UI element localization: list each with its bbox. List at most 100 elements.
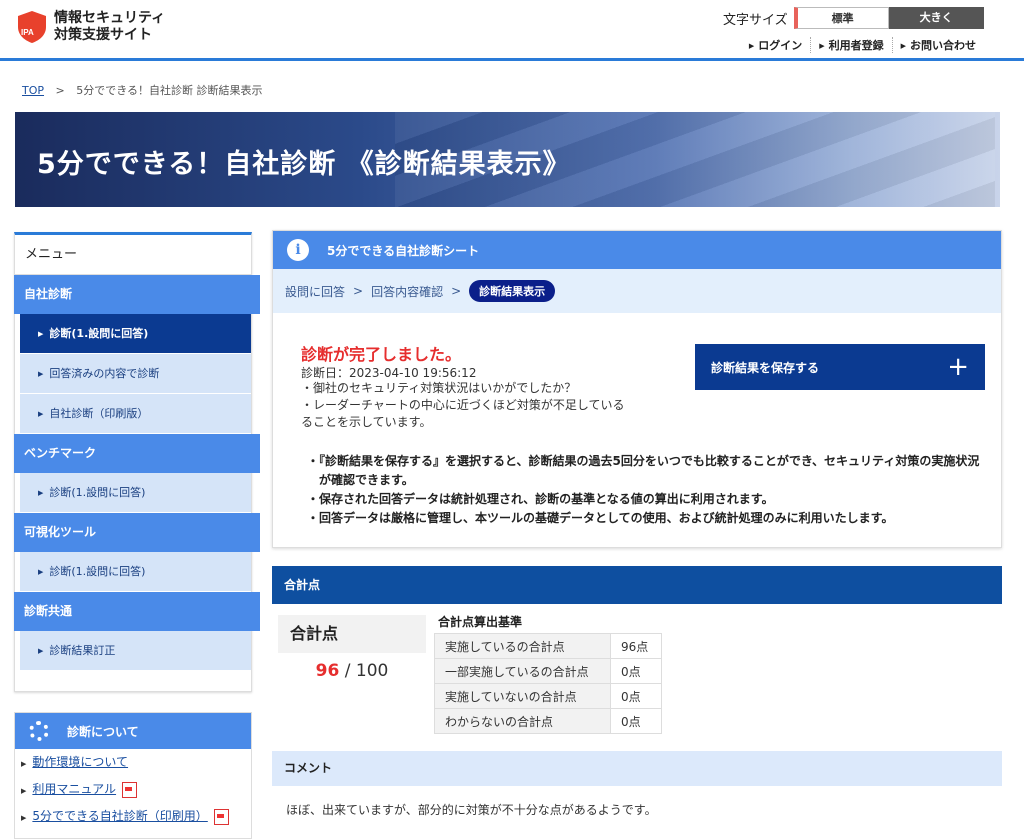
table-row: 実施していないの合計点 0点 — [434, 683, 662, 709]
breadcrumb: TOP > 5分でできる！自社診断 診断結果表示 — [22, 82, 263, 98]
step-confirm: 回答内容確認 — [371, 284, 444, 299]
login-link[interactable]: ▶ ログイン — [741, 37, 810, 53]
criteria-label: 実施していないの合計点 — [434, 683, 611, 709]
criteria-value: 0点 — [610, 708, 662, 734]
about-diagnosis-box: 診断について ▶ 動作環境について ▶ 利用マニュアル ▶ 5分でできる自社診断（印刷… — [14, 712, 252, 839]
about-header: 診断について — [15, 713, 251, 749]
diagnosis-date: 診断日：2023-04-10 19:56:12 — [301, 366, 477, 380]
total-score-label: 合計点 — [290, 624, 339, 643]
score-number: 96 — [315, 661, 340, 681]
page-title: 5分でできる！自社診断 《診断結果表示》 — [37, 149, 571, 180]
note-item: ・保存された回答データは統計処理され、診断の基準となる値の算出に利用されます。 — [307, 492, 774, 506]
breadcrumb-separator: > — [55, 84, 65, 97]
about-title: 診断について — [67, 724, 139, 739]
site-logo[interactable]: IPA 情報セキュリティ 対策支援サイト — [16, 10, 165, 44]
panel-title: 5分でできる自社診断シート — [327, 243, 480, 258]
criteria-label: わからないの合計点 — [434, 708, 611, 734]
sidebar-section-self-diagnosis[interactable]: 自社診断 — [14, 275, 260, 314]
gear-icon — [29, 721, 49, 741]
triangle-right-icon: ▶ — [900, 42, 906, 50]
logo-line1: 情報セキュリティ — [54, 10, 166, 26]
panel-header: i 5分でできる自社診断シート — [273, 231, 1001, 269]
note-item: ・『診断結果を保存する』を選択すると、診断結果の過去5回分をいつでも比較すること… — [307, 454, 980, 487]
score-max: 100 — [355, 661, 389, 681]
table-row: 実施しているの合計点 96点 — [434, 633, 662, 659]
step-separator: > — [451, 284, 462, 298]
table-row: わからないの合計点 0点 — [434, 708, 662, 734]
print-version-link[interactable]: ▶ 5分でできる自社診断（印刷用） — [15, 803, 251, 830]
table-row: 一部実施しているの合計点 0点 — [434, 658, 662, 684]
font-size-large-button[interactable]: 大きく — [888, 7, 984, 29]
message-line: ることを示しています。 — [301, 415, 432, 429]
triangle-right-icon: ▶ — [38, 409, 44, 418]
sidebar-section-benchmark[interactable]: ベンチマーク — [14, 434, 260, 473]
triangle-right-icon: ▶ — [748, 42, 755, 50]
notes-list: ・『診断結果を保存する』を選択すると、診断結果の過去5回分をいつでも比較すること… — [307, 452, 987, 528]
triangle-right-icon: ▶ — [38, 646, 44, 655]
diagnosis-sheet-panel: i 5分でできる自社診断シート 設問に回答 > 回答内容確認 > 診断結果表示 … — [272, 230, 1002, 548]
note-item: ・回答データは厳格に管理し、本ツールの基礎データとしての使用、および統計処理のみ… — [307, 511, 894, 525]
total-score-value: 96 / 100 — [278, 653, 426, 695]
criteria-value: 96点 — [610, 633, 662, 659]
total-score-box: 合計点 96 / 100 — [278, 615, 426, 695]
svg-text:IPA: IPA — [21, 28, 34, 37]
info-icon: i — [287, 239, 309, 261]
register-link[interactable]: ▶ 利用者登録 — [810, 37, 891, 53]
header-divider — [0, 58, 1024, 61]
save-result-label: 診断結果を保存する — [711, 360, 820, 375]
manual-link[interactable]: ▶ 利用マニュアル — [15, 776, 251, 803]
triangle-right-icon: ▶ — [819, 42, 825, 50]
criteria-value: 0点 — [610, 683, 662, 709]
font-size-label: 文字サイズ — [723, 12, 788, 28]
triangle-right-icon: ▶ — [21, 787, 27, 795]
score-separator: / — [344, 661, 351, 681]
criteria-title: 合計点算出基準 — [438, 615, 523, 629]
sidebar-item-visualization-answer[interactable]: ▶ 診断(1.設問に回答) — [20, 552, 251, 592]
pdf-icon — [213, 808, 229, 825]
triangle-right-icon: ▶ — [38, 329, 44, 338]
font-size-standard-button[interactable]: 標準 — [793, 7, 889, 29]
environment-link[interactable]: ▶ 動作環境について — [15, 749, 251, 776]
ipa-shield-icon: IPA — [16, 10, 48, 44]
step-answer: 設問に回答 — [285, 284, 346, 299]
save-result-button[interactable]: 診断結果を保存する + — [695, 344, 985, 390]
breadcrumb-current: 5分でできる！自社診断 診断結果表示 — [76, 84, 263, 97]
logo-line2: 対策支援サイト — [54, 27, 152, 43]
criteria-value: 0点 — [610, 658, 662, 684]
plus-icon: + — [947, 352, 969, 382]
triangle-right-icon: ▶ — [38, 567, 44, 576]
completion-title: 診断が完了しました。 — [301, 345, 462, 364]
criteria-table: 実施しているの合計点 96点 一部実施しているの合計点 0点 実施していないの合計点… — [434, 633, 662, 734]
criteria-label: 一部実施しているの合計点 — [434, 658, 611, 684]
sidebar-menu: メニュー 自社診断 ▶ 診断(1.設問に回答) ▶ 回答済みの内容で診断 ▶ 自社診断… — [14, 232, 260, 692]
message-line: ・レーダーチャートの中心に近づくほど対策が不足している — [301, 398, 625, 412]
comment-header: コメント — [272, 751, 1002, 786]
sidebar-section-common[interactable]: 診断共通 — [14, 592, 260, 631]
sidebar-section-visualization[interactable]: 可視化ツール — [14, 513, 260, 552]
header-links: ▶ ログイン ▶ 利用者登録 ▶ お問い合わせ — [741, 37, 984, 53]
step-result-current: 診断結果表示 — [469, 280, 556, 302]
triangle-right-icon: ▶ — [38, 369, 44, 378]
step-separator: > — [353, 284, 364, 298]
sidebar-item-benchmark-answer[interactable]: ▶ 診断(1.設問に回答) — [20, 473, 251, 513]
pdf-icon — [122, 781, 138, 798]
sidebar-item-correction[interactable]: ▶ 診断結果訂正 — [20, 631, 251, 671]
completion-message: ・御社のセキュリティ対策状況はいかがでしたか？ ・レーダーチャートの中心に近づく… — [301, 380, 641, 431]
sidebar-item-diagnosis-answered[interactable]: ▶ 回答済みの内容で診断 — [20, 354, 251, 394]
comment-text: ほぼ、出来ていますが、部分的に対策が不十分な点があるようです。 — [286, 803, 657, 817]
menu-title: メニュー — [15, 235, 251, 275]
font-size-switcher: 文字サイズ 標準 大きく — [723, 7, 984, 29]
breadcrumb-top-link[interactable]: TOP — [22, 84, 44, 97]
logo-text: 情報セキュリティ 対策支援サイト — [54, 10, 165, 44]
triangle-right-icon: ▶ — [21, 760, 27, 768]
triangle-right-icon: ▶ — [21, 814, 27, 822]
sidebar-item-diagnosis-answer[interactable]: ▶ 診断(1.設問に回答) — [20, 314, 251, 354]
triangle-right-icon: ▶ — [38, 488, 44, 497]
sidebar-item-print-version[interactable]: ▶ 自社診断（印刷版） — [20, 394, 251, 434]
contact-link[interactable]: ▶ お問い合わせ — [891, 37, 984, 53]
step-indicator: 設問に回答 > 回答内容確認 > 診断結果表示 — [273, 269, 1001, 313]
message-line: ・御社のセキュリティ対策状況はいかがでしたか？ — [301, 381, 577, 395]
criteria-label: 実施しているの合計点 — [434, 633, 611, 659]
total-score-header: 合計点 — [272, 566, 1002, 604]
page-banner: 5分でできる！自社診断 《診断結果表示》 — [15, 112, 1000, 207]
